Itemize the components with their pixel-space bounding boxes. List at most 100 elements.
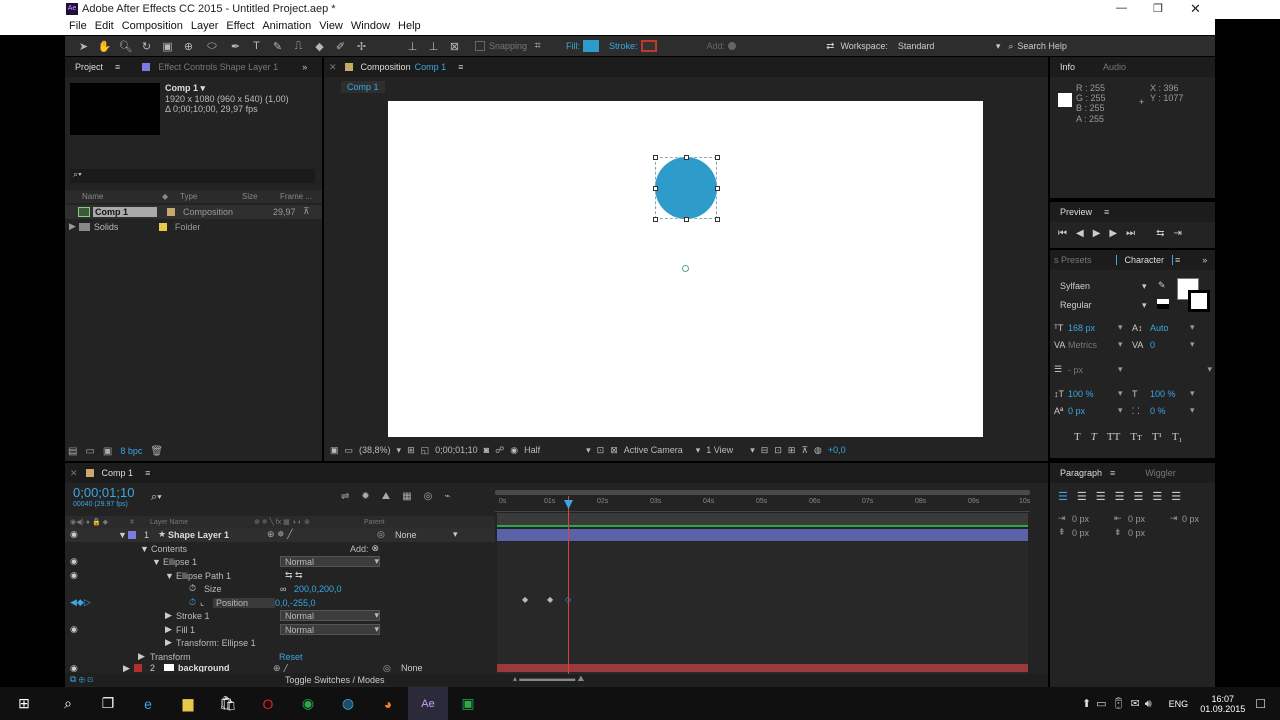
menu-composition[interactable]: Composition [118,19,187,35]
comp-viewer-canvas[interactable] [388,101,983,437]
roi-icon[interactable]: ⊡ [597,445,605,456]
search-icon[interactable]: ⌕ [48,687,88,720]
menu-window[interactable]: Window [347,19,394,35]
timeline-menu-icon[interactable]: ≡ [145,468,150,478]
fill-1-blend-mode[interactable]: Normal ▾ [280,624,380,635]
pick-whip-icon[interactable]: ◎ [383,664,401,672]
flowchart-icon[interactable]: ⊼ [801,445,808,456]
stopwatch-icon[interactable]: ⏱ [189,583,204,594]
leading-value[interactable]: Auto [1150,323,1190,333]
font-style-select[interactable]: Regular [1060,300,1148,310]
grid-icon[interactable]: ⊞ [407,445,415,456]
parent-select[interactable]: None [401,664,459,672]
col-size[interactable]: Size [242,192,280,201]
tab-composition-name[interactable]: Comp 1 [415,62,447,72]
opera-icon[interactable]: O [248,687,288,720]
snapshot-icon[interactable]: ◙ [484,445,489,455]
expand-arrow-icon[interactable]: ▶ [69,221,76,232]
reset-exposure-icon[interactable]: ◍ [814,445,822,456]
tab-preview[interactable]: Preview [1060,207,1092,217]
layer-row-shape-layer-1[interactable]: ◉ ▼ 1 ★ Shape Layer 1 ⊕ ✵ ╱ ◎ None ▾ [65,528,495,542]
tracking-value[interactable]: 0 [1150,340,1190,350]
tab-wiggler[interactable]: Wiggler [1145,468,1176,478]
character-menu-icon[interactable]: ≡ [1175,255,1180,265]
expand-arrow-icon[interactable]: ▶ [123,664,134,672]
timeline-icon[interactable]: ⊞ [788,445,796,456]
black-white-swatch[interactable] [1157,299,1169,309]
tab-timeline-comp[interactable]: Comp 1 [102,468,134,478]
paragraph-menu-icon[interactable]: ≡ [1110,468,1115,478]
handle[interactable] [715,217,720,222]
tab-paragraph[interactable]: Paragraph [1060,468,1102,478]
path-direction-icon[interactable]: ⇆ ⇆ [285,570,303,581]
menu-layer[interactable]: Layer [187,19,223,35]
export-icon[interactable]: ⇥ [1174,228,1182,239]
space-before-value[interactable]: 0 px [1072,528,1114,538]
right-indent-value[interactable]: 0 px [1182,514,1199,524]
store-icon[interactable]: 🛍︎ [208,687,248,720]
ellipse-path-1-row[interactable]: ◉ ▼ Ellipse Path 1 ⇆ ⇆ [65,569,495,583]
faux-bold-icon[interactable]: T [1074,431,1081,443]
expand-arrow-icon[interactable]: ▶ [165,610,176,621]
zoom-select[interactable]: (38,8%) [359,445,391,455]
video-toggle-icon[interactable]: ◉ [70,664,123,672]
constrain-proportions-icon[interactable]: ∞ [280,584,294,594]
graph-editor-icon[interactable]: ⌁ [444,491,450,502]
handle[interactable] [715,155,720,160]
panel-overflow-icon[interactable]: » [302,62,307,72]
handle[interactable] [684,217,689,222]
close-tab-icon[interactable]: ✕ [329,62,337,73]
layer-name[interactable]: Shape Layer 1 [168,530,267,540]
interpret-footage-icon[interactable]: ▤ [68,446,77,457]
windows-start-icon[interactable]: ⊞ [0,687,48,720]
transparency-grid-icon[interactable]: ⊠ [610,445,618,456]
camera-select[interactable]: Active Camera [624,445,690,455]
zoom-slider[interactable]: ▴ ▬▬▬▬▬▬▬ ⛰ [495,674,1048,686]
first-frame-icon[interactable]: ⏮ [1058,228,1067,239]
pen-tool-icon[interactable]: ✒ [225,37,246,55]
firefox-icon[interactable]: ◕ [368,687,408,720]
align-right-icon[interactable]: ☰ [1096,490,1106,503]
previous-frame-icon[interactable]: ◀ [1076,228,1084,239]
col-layer-name[interactable]: Layer Name [150,519,254,526]
edge-browser-icon[interactable]: e [128,687,168,720]
keyframe-navigator-icon[interactable]: ◀◆▷ [70,597,189,608]
close-tab-icon[interactable]: ✕ [70,468,78,479]
puppet-pin-tool-icon[interactable]: ✢ [351,37,372,55]
parent-select[interactable]: None [395,530,453,540]
video-toggle-icon[interactable]: ◉ [70,556,152,567]
loop-icon[interactable]: ⇆ [1156,228,1164,239]
show-snapshot-icon[interactable]: ☍ [495,445,504,456]
search-icon[interactable]: ⌕ [1008,41,1013,52]
stroke-color-swatch[interactable] [1188,290,1210,312]
preview-menu-icon[interactable]: ≡ [1104,207,1109,217]
notifications-icon[interactable]: ☐ [1255,697,1266,711]
toggle-pixel-aspect-icon[interactable]: ⊟ [761,445,769,456]
stroke-option-select[interactable]: ▾ [1132,364,1212,375]
tray-icons[interactable]: ⬆▭🔋︎✉🔊︎ [1082,697,1157,711]
vertical-scale-value[interactable]: 100 % [1068,389,1118,399]
transform-ellipse-row[interactable]: ▶ Transform: Ellipse 1 [65,636,495,650]
menu-edit[interactable]: Edit [91,19,118,35]
language-indicator[interactable]: ENG [1169,699,1189,709]
col-frame[interactable]: Frame ... [280,192,312,201]
handle[interactable] [715,186,720,191]
space-after-value[interactable]: 0 px [1128,528,1145,538]
color-channel-icon[interactable]: ◉ [510,445,518,456]
stroke-swatch[interactable] [640,40,657,52]
view-layout-select[interactable]: 1 View [706,445,744,455]
handle[interactable] [653,217,658,222]
project-item-comp[interactable]: Comp 1 Composition 29,97 ⊼ [65,205,322,219]
zoom-tool-icon[interactable]: 🔍︎ [115,37,136,55]
rotate-tool-icon[interactable]: ↻ [136,37,157,55]
last-frame-icon[interactable]: ⏭ [1126,228,1135,239]
font-family-select[interactable]: Sylfaen [1060,281,1148,291]
play-icon[interactable]: ▶ [1093,228,1101,239]
pick-whip-icon[interactable]: ◎ [377,529,395,540]
new-comp-icon[interactable]: ▣ [103,446,112,457]
composition-menu-icon[interactable]: ≡ [458,62,463,72]
left-indent-value[interactable]: 0 px [1072,514,1114,524]
monitor-icon[interactable]: ▭ [345,445,354,456]
expand-arrow-icon[interactable]: ▼ [152,557,163,567]
menu-animation[interactable]: Animation [258,19,315,35]
